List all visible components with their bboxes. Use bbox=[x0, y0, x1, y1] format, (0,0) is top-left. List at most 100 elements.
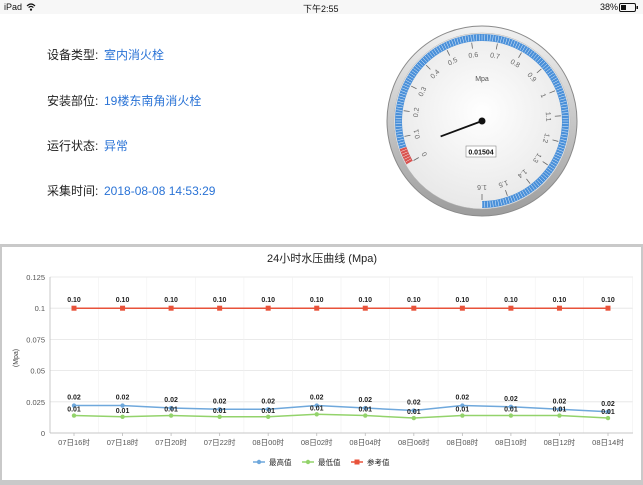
wifi-icon bbox=[26, 3, 36, 11]
chart-data-label: 0.01 bbox=[164, 407, 178, 414]
chart-x-ticks: 07日16时07日18时07日20时07日22时08日00时08日02时08日0… bbox=[58, 433, 624, 447]
pressure-line-chart: 24小时水压曲线 (Mpa) (Mpa) 00.0250.050.0750.10… bbox=[2, 247, 641, 480]
chart-point bbox=[363, 306, 368, 311]
status-bar: iPad 下午2:55 38% bbox=[0, 0, 643, 14]
chart-point bbox=[509, 413, 513, 417]
chart-x-tick-label: 07日16时 bbox=[58, 437, 90, 447]
chart-x-tick-label: 07日18时 bbox=[107, 437, 139, 447]
chart-data-label: 0.02 bbox=[213, 398, 227, 405]
chart-y-axis-label: (Mpa) bbox=[13, 349, 20, 367]
chart-data-label: 0.02 bbox=[261, 398, 275, 405]
pressure-gauge: 00.10.20.30.40.50.60.70.80.911.11.21.31.… bbox=[385, 24, 585, 224]
chart-data-label: 0.10 bbox=[261, 297, 275, 304]
install-location-label: 安装部位: bbox=[47, 92, 104, 109]
chart-point bbox=[363, 413, 367, 417]
chart-data-label: 0.01 bbox=[213, 408, 227, 415]
collect-time-value: 2018-08-08 14:53:29 bbox=[104, 184, 215, 198]
chart-y-tick-label: 0 bbox=[41, 429, 45, 438]
chart-data-label: 0.01 bbox=[358, 407, 372, 414]
chart-data-label: 0.01 bbox=[261, 408, 275, 415]
chart-y-tick-label: 0.125 bbox=[26, 273, 45, 282]
chart-point bbox=[460, 413, 464, 417]
chart-data-label: 0.10 bbox=[407, 297, 421, 304]
chart-legend: 最高值 最低值 参考值 bbox=[253, 457, 390, 467]
gauge-tick-label: 1.6 bbox=[477, 183, 487, 190]
gauge-pivot bbox=[479, 118, 486, 125]
chart-point bbox=[412, 416, 416, 420]
chart-y-tick-label: 0.075 bbox=[26, 335, 45, 344]
chart-data-label: 0.10 bbox=[116, 297, 130, 304]
chart-point bbox=[217, 306, 222, 311]
chart-data-label: 0.02 bbox=[407, 400, 421, 407]
chart-data-label: 0.01 bbox=[601, 409, 615, 416]
chart-data-label: 0.02 bbox=[164, 397, 178, 404]
device-type-label: 设备类型: bbox=[47, 46, 104, 63]
gauge-tick-label: 1.1 bbox=[544, 112, 552, 122]
pressure-chart-panel: 24小时水压曲线 (Mpa) (Mpa) 00.0250.050.0750.10… bbox=[2, 247, 641, 480]
chart-title: 24小时水压曲线 (Mpa) bbox=[267, 251, 377, 265]
chart-x-tick-label: 08日08时 bbox=[447, 437, 479, 447]
chart-data-label: 0.01 bbox=[310, 405, 324, 412]
battery-percent: 38% bbox=[600, 2, 618, 12]
chart-x-tick-label: 08日02时 bbox=[301, 437, 333, 447]
chart-point bbox=[508, 306, 513, 311]
chart-grid bbox=[50, 277, 633, 433]
chart-x-tick-label: 08日14时 bbox=[592, 437, 624, 447]
chart-data-label: 0.10 bbox=[456, 297, 470, 304]
run-status-value: 异常 bbox=[104, 139, 128, 153]
chart-point bbox=[120, 306, 125, 311]
device-type-value: 室内消火栓 bbox=[104, 48, 164, 62]
collect-time-row: 采集时间:2018-08-08 14:53:29 bbox=[47, 182, 215, 199]
chart-point bbox=[411, 306, 416, 311]
chart-point bbox=[72, 306, 77, 311]
chart-data-label: 0.10 bbox=[67, 297, 81, 304]
collect-time-label: 采集时间: bbox=[47, 182, 104, 199]
chart-x-tick-label: 08日06时 bbox=[398, 437, 430, 447]
chart-point bbox=[315, 412, 319, 416]
chart-point bbox=[557, 413, 561, 417]
install-location-row: 安装部位:19楼东南角消火栓 bbox=[47, 92, 201, 109]
chart-legend-marker bbox=[306, 460, 310, 464]
chart-data-label: 0.01 bbox=[407, 409, 421, 416]
chart-point bbox=[169, 306, 174, 311]
chart-x-tick-label: 07日22时 bbox=[204, 437, 236, 447]
device-type-row: 设备类型:室内消火栓 bbox=[47, 46, 164, 63]
chart-y-ticks: 0 0.025 0.05 0.075 0.1 0.125 bbox=[26, 273, 45, 438]
chart-point bbox=[217, 415, 221, 419]
chart-point bbox=[266, 415, 270, 419]
chart-data-label: 0.02 bbox=[358, 397, 372, 404]
install-location-value: 19楼东南角消火栓 bbox=[104, 94, 201, 108]
chart-legend-label: 参考值 bbox=[367, 457, 390, 467]
chart-legend-label: 最低值 bbox=[318, 457, 341, 467]
chart-x-tick-label: 08日10时 bbox=[495, 437, 527, 447]
chart-data-label: 0.10 bbox=[504, 297, 518, 304]
chart-data-label: 0.10 bbox=[213, 297, 227, 304]
chart-y-tick-label: 0.025 bbox=[26, 398, 45, 407]
chart-point bbox=[169, 413, 173, 417]
device-name: iPad bbox=[4, 2, 22, 12]
chart-data-label: 0.01 bbox=[456, 407, 470, 414]
chart-legend-marker bbox=[257, 460, 261, 464]
chart-y-tick-label: 0.05 bbox=[30, 367, 45, 376]
battery-icon bbox=[619, 3, 639, 12]
chart-data-label: 0.01 bbox=[116, 408, 130, 415]
run-status-row: 运行状态:异常 bbox=[47, 137, 128, 154]
chart-data-label: 0.02 bbox=[504, 396, 518, 403]
chart-data-label: 0.01 bbox=[504, 407, 518, 414]
chart-data-label: 0.02 bbox=[67, 395, 81, 402]
chart-point bbox=[314, 306, 319, 311]
gauge-tick-label: 0.2 bbox=[413, 107, 421, 118]
chart-legend-marker bbox=[355, 460, 360, 465]
chart-legend-label: 最高值 bbox=[269, 457, 292, 467]
chart-point bbox=[266, 306, 271, 311]
chart-x-tick-label: 08日12时 bbox=[544, 437, 576, 447]
chart-data-label: 0.10 bbox=[164, 297, 178, 304]
chart-data-label: 0.10 bbox=[601, 297, 615, 304]
chart-data-label: 0.02 bbox=[553, 398, 567, 405]
chart-data-label: 0.02 bbox=[310, 395, 324, 402]
chart-y-tick-label: 0.1 bbox=[35, 304, 45, 313]
run-status-label: 运行状态: bbox=[47, 137, 104, 154]
chart-point bbox=[557, 306, 562, 311]
gauge-value: 0.01504 bbox=[468, 150, 493, 157]
chart-x-tick-label: 08日00时 bbox=[252, 437, 284, 447]
